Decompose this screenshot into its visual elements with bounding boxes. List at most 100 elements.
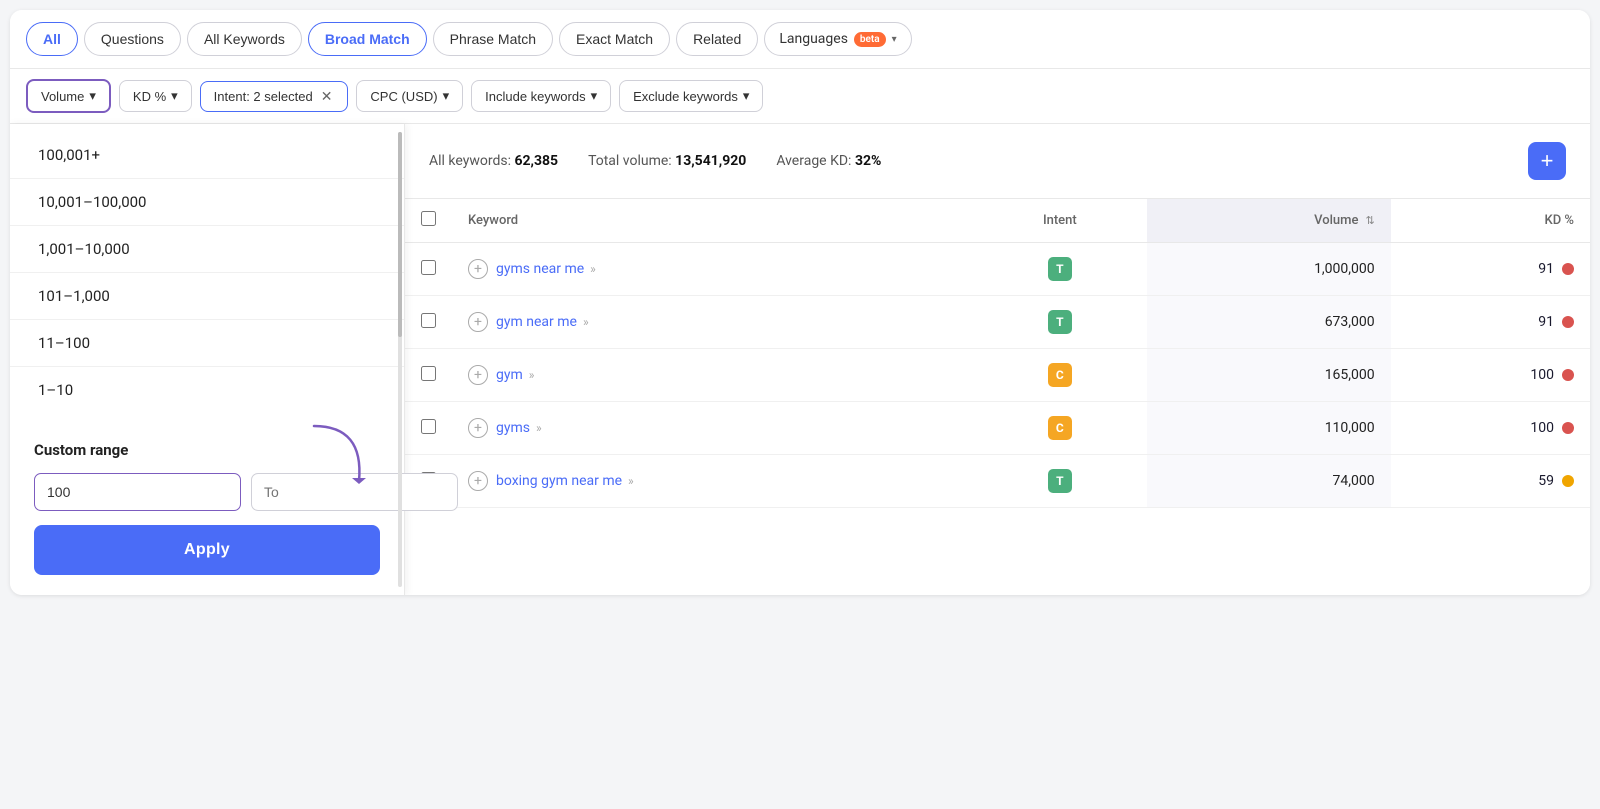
cpc-chevron-icon: ▾: [443, 88, 450, 104]
kd-filter-btn[interactable]: KD % ▾: [119, 80, 192, 112]
keyword-link[interactable]: gym near me »: [496, 314, 589, 330]
main-container: All Questions All Keywords Broad Match P…: [10, 10, 1590, 595]
volume-dropdown-panel: 100,001+ 10,001–100,000 1,001–10,000 101…: [10, 124, 405, 595]
tab-all[interactable]: All: [26, 22, 78, 56]
keyword-link[interactable]: gyms near me »: [496, 261, 596, 277]
exclude-keywords-btn[interactable]: Exclude keywords ▾: [619, 80, 763, 112]
intent-clear-btn[interactable]: ✕: [319, 89, 335, 103]
add-keyword-icon[interactable]: +: [468, 418, 488, 438]
cpc-filter-label: CPC (USD): [370, 89, 437, 104]
volume-cell: 74,000: [1147, 455, 1391, 508]
tab-broad-match[interactable]: Broad Match: [308, 22, 427, 56]
row-checkbox-0[interactable]: [421, 260, 436, 275]
keyword-cell: + gym »: [452, 349, 973, 402]
range-option-100001plus[interactable]: 100,001+: [10, 132, 404, 179]
tab-phrase-match[interactable]: Phrase Match: [433, 22, 553, 56]
range-option-11-100[interactable]: 11–100: [10, 320, 404, 367]
select-all-checkbox[interactable]: [421, 211, 436, 226]
keyword-cell: + boxing gym near me »: [452, 455, 973, 508]
row-checkbox-cell: [405, 296, 452, 349]
avg-kd-label: Average KD:: [776, 153, 851, 169]
languages-label: Languages: [779, 31, 848, 47]
keyword-chevrons-icon: »: [529, 368, 535, 382]
th-volume[interactable]: Volume ⇅: [1147, 199, 1391, 243]
row-checkbox-cell: [405, 243, 452, 296]
volume-sort-icon: ⇅: [1365, 214, 1374, 227]
tab-questions[interactable]: Questions: [84, 22, 181, 56]
apply-button[interactable]: Apply: [34, 525, 380, 575]
kd-cell: 59: [1391, 455, 1590, 508]
total-volume-value: 13,541,920: [675, 153, 746, 169]
table-row: + boxing gym near me » T 74,000 59: [405, 455, 1590, 508]
volume-cell: 110,000: [1147, 402, 1391, 455]
intent-cell: T: [973, 455, 1146, 508]
row-checkbox-3[interactable]: [421, 419, 436, 434]
total-volume-stat: Total volume: 13,541,920: [588, 153, 746, 169]
add-keyword-icon[interactable]: +: [468, 471, 488, 491]
kd-dot-icon: [1562, 316, 1574, 328]
th-checkbox: [405, 199, 452, 243]
volume-filter-label: Volume: [41, 89, 84, 104]
avg-kd-value: 32%: [855, 153, 881, 169]
intent-badge: C: [1048, 363, 1072, 387]
intent-cell: T: [973, 243, 1146, 296]
intent-cell: C: [973, 402, 1146, 455]
exclude-keywords-label: Exclude keywords: [633, 89, 738, 104]
intent-badge: C: [1048, 416, 1072, 440]
purple-arrow-decoration: [304, 416, 374, 500]
keyword-link[interactable]: gym »: [496, 367, 534, 383]
dropdown-scrollbar-track: [398, 132, 402, 587]
range-option-10001-100000[interactable]: 10,001–100,000: [10, 179, 404, 226]
intent-filter-btn[interactable]: Intent: 2 selected ✕: [200, 81, 349, 112]
kd-cell: 91: [1391, 243, 1590, 296]
add-keyword-icon[interactable]: +: [468, 312, 488, 332]
kd-cell: 100: [1391, 349, 1590, 402]
table-row: + gym near me » T 673,000 91: [405, 296, 1590, 349]
table-area: All keywords: 62,385 Total volume: 13,54…: [405, 124, 1590, 595]
kd-chevron-icon: ▾: [171, 88, 178, 104]
row-checkbox-1[interactable]: [421, 313, 436, 328]
intent-badge: T: [1048, 469, 1072, 493]
range-option-1-10[interactable]: 1–10: [10, 367, 404, 413]
table-row: + gyms » C 110,000 100: [405, 402, 1590, 455]
range-option-1001-10000[interactable]: 1,001–10,000: [10, 226, 404, 273]
table-row: + gym » C 165,000 100: [405, 349, 1590, 402]
add-keyword-icon[interactable]: +: [468, 365, 488, 385]
chevron-down-icon: ▾: [892, 34, 897, 45]
exclude-chevron-icon: ▾: [743, 88, 750, 104]
kd-dot-icon: [1562, 369, 1574, 381]
keyword-cell: + gyms »: [452, 402, 973, 455]
row-checkbox-2[interactable]: [421, 366, 436, 381]
tab-bar: All Questions All Keywords Broad Match P…: [10, 10, 1590, 69]
add-to-list-btn[interactable]: +: [1528, 142, 1566, 180]
avg-kd-stat: Average KD: 32%: [776, 153, 881, 169]
volume-cell: 673,000: [1147, 296, 1391, 349]
tab-exact-match[interactable]: Exact Match: [559, 22, 670, 56]
keyword-link[interactable]: gyms »: [496, 420, 542, 436]
range-option-101-1000[interactable]: 101–1,000: [10, 273, 404, 320]
volume-filter-btn[interactable]: Volume ▾: [26, 79, 111, 113]
include-keywords-btn[interactable]: Include keywords ▾: [471, 80, 611, 112]
kd-filter-label: KD %: [133, 89, 166, 104]
add-keyword-icon[interactable]: +: [468, 259, 488, 279]
tab-all-keywords[interactable]: All Keywords: [187, 22, 302, 56]
intent-badge: T: [1048, 310, 1072, 334]
tab-related[interactable]: Related: [676, 22, 758, 56]
row-checkbox-cell: [405, 402, 452, 455]
cpc-filter-btn[interactable]: CPC (USD) ▾: [356, 80, 463, 112]
intent-cell: C: [973, 349, 1146, 402]
total-volume-label: Total volume:: [588, 153, 672, 169]
tab-languages[interactable]: Languages beta ▾: [764, 22, 911, 56]
kd-dot-icon: [1562, 263, 1574, 275]
volume-cell: 1,000,000: [1147, 243, 1391, 296]
range-options-list: 100,001+ 10,001–100,000 1,001–10,000 101…: [10, 124, 404, 421]
filter-bar: Volume ▾ KD % ▾ Intent: 2 selected ✕ CPC…: [10, 69, 1590, 124]
custom-range-from-input[interactable]: [34, 473, 241, 511]
content-area: 100,001+ 10,001–100,000 1,001–10,000 101…: [10, 124, 1590, 595]
th-intent: Intent: [973, 199, 1146, 243]
keyword-cell: + gym near me »: [452, 296, 973, 349]
dropdown-scrollbar-thumb: [398, 132, 402, 337]
kd-value: 91: [1538, 314, 1554, 330]
keyword-link[interactable]: boxing gym near me »: [496, 473, 634, 489]
kd-value: 100: [1530, 420, 1554, 436]
